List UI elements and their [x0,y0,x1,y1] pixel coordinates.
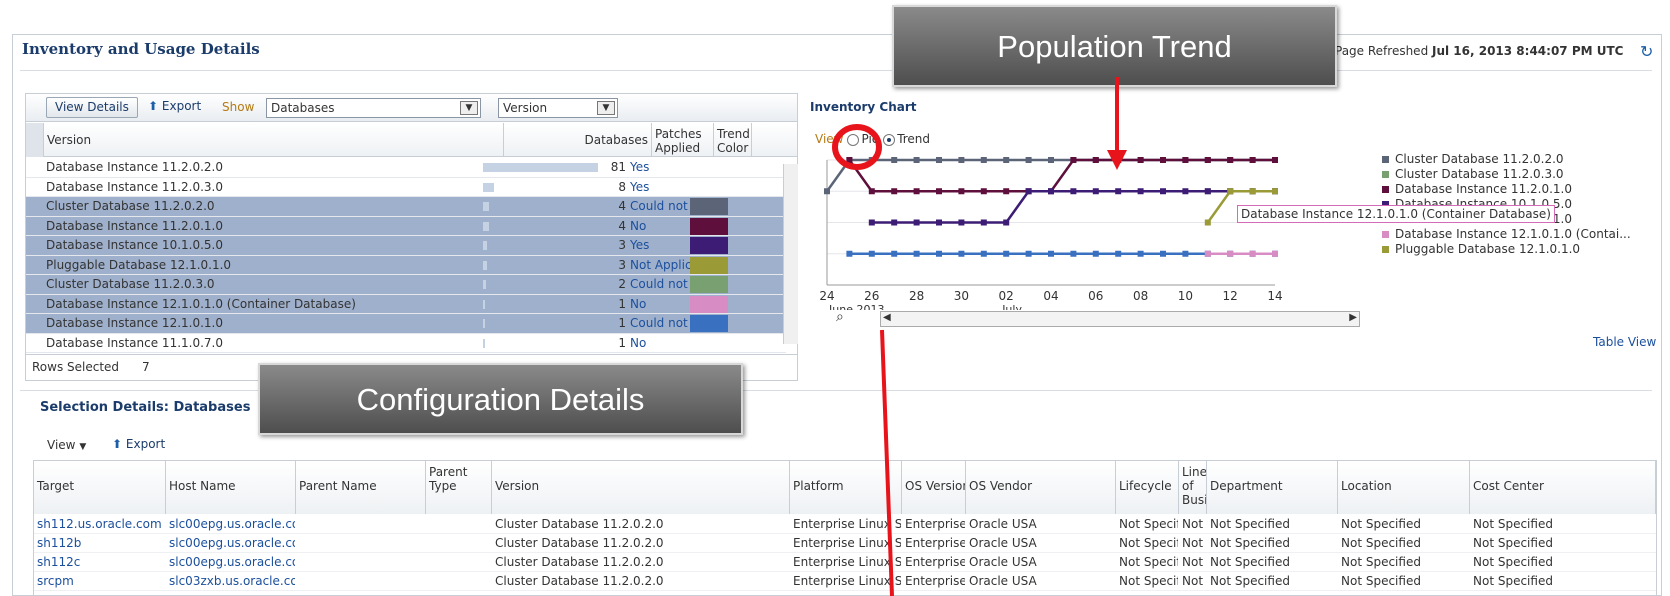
annotation-overlay [832,77,1127,596]
arrow-line [880,329,894,596]
arrow-head [1107,150,1127,170]
highlight-circle [832,124,882,170]
